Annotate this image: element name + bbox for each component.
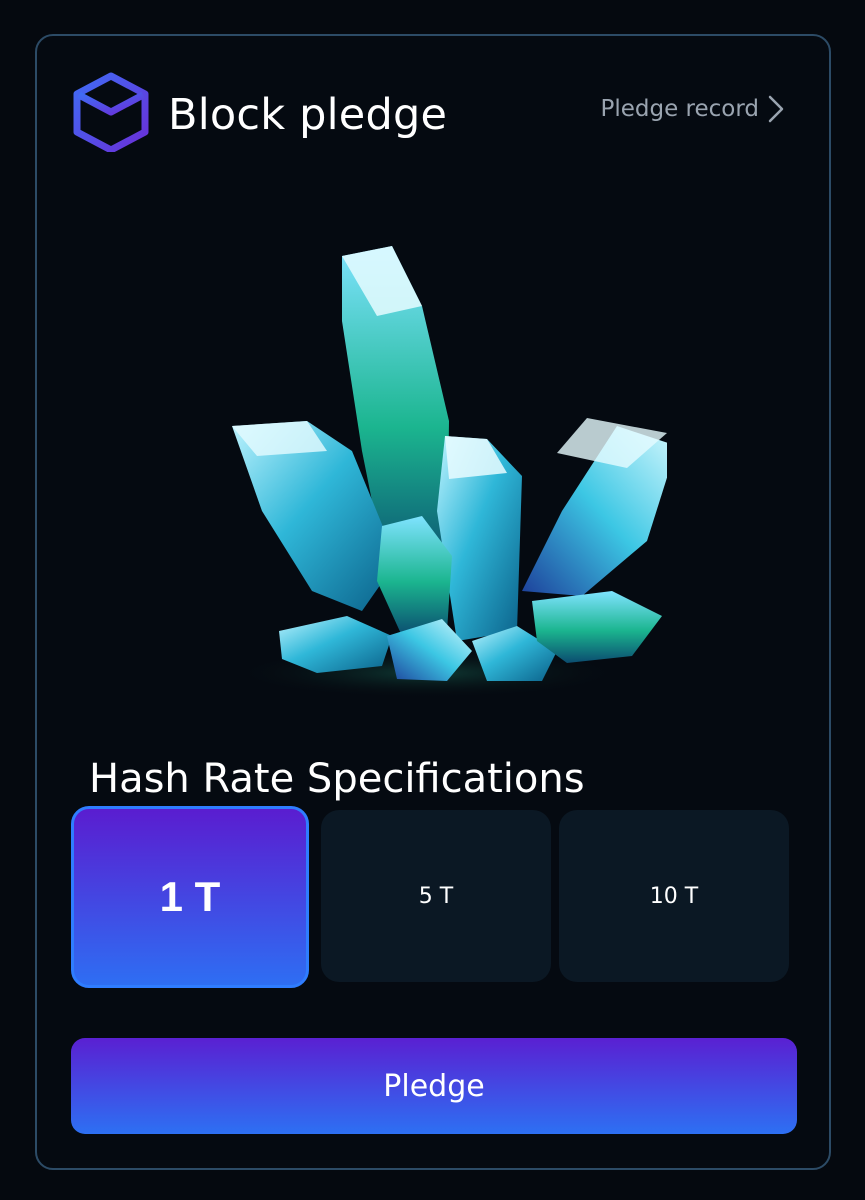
pledge-record-link[interactable]: Pledge record xyxy=(600,94,785,124)
pledge-button-label: Pledge xyxy=(383,1068,485,1104)
option-label: 5 T xyxy=(418,883,454,909)
chevron-right-icon xyxy=(768,95,784,123)
page-title: Block pledge xyxy=(168,90,448,140)
header: Block pledge Pledge record xyxy=(73,68,785,154)
cube-icon xyxy=(73,72,149,152)
option-label: 10 T xyxy=(649,883,699,909)
option-5t[interactable]: 5 T xyxy=(321,810,551,982)
crystal-cluster-icon xyxy=(227,246,667,696)
option-1t[interactable]: 1 T xyxy=(71,806,309,988)
pledge-record-label: Pledge record xyxy=(600,96,759,122)
hash-rate-specs-title: Hash Rate Specifications xyxy=(89,756,585,802)
pledge-card: Block pledge Pledge record Hash Rate Spe… xyxy=(35,34,831,1170)
option-10t[interactable]: 10 T xyxy=(559,810,789,982)
pledge-button[interactable]: Pledge xyxy=(71,1038,797,1134)
option-label: 1 T xyxy=(159,873,221,920)
hash-rate-options: 1 T 5 T 10 T xyxy=(71,806,789,988)
